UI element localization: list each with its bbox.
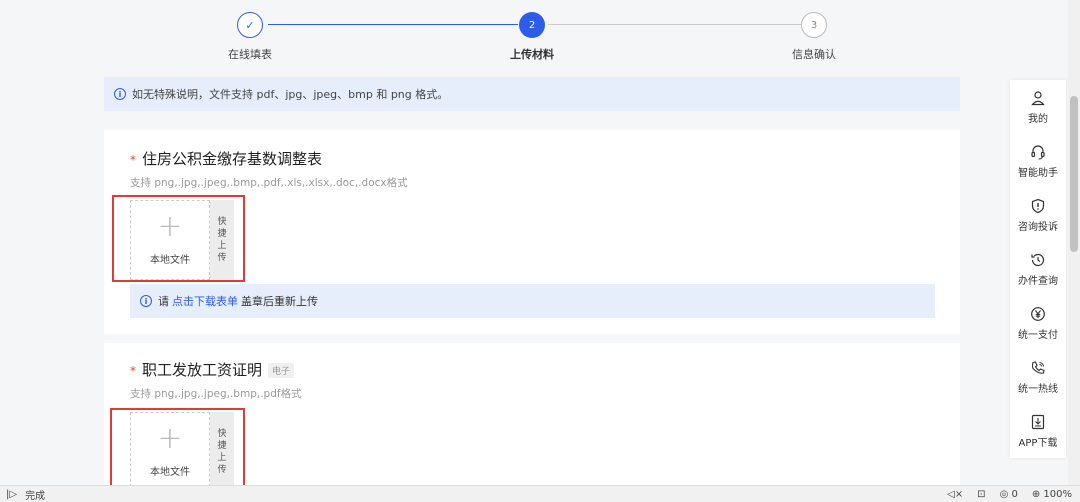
sidebar-item-app-download[interactable]: APP下载 [1010,404,1066,458]
sidebar-item-complaint[interactable]: 咨询投诉 [1010,188,1066,242]
sidebar-item-label: 我的 [1028,113,1048,125]
phone-icon [1031,360,1045,374]
zoom-control[interactable]: ⊕ 100% [1032,489,1072,500]
sidebar-item-payment[interactable]: 统一支付 [1010,296,1066,350]
info-icon: i [114,88,126,100]
right-service-sidebar: 我的 智能助手 咨询投诉 办件查询 统一支付 统一热线 APP下载 [1010,80,1066,458]
info-icon: i [140,295,152,307]
sidebar-item-label: 统一支付 [1018,329,1058,341]
format-info-text: 如无特殊说明，文件支持 pdf、jpg、jpeg、bmp 和 png 格式。 [132,88,449,101]
zoom-level: 100% [1043,488,1072,500]
step-number: 2 [519,12,545,38]
lock-icon[interactable]: ⊡ [977,489,985,500]
card-title-text: 住房公积金缴存基数调整表 [142,150,323,168]
counter-display[interactable]: ◎ 0 [1000,489,1018,500]
scrollbar-thumb[interactable] [1070,96,1078,252]
history-icon [1031,253,1045,266]
highlight-box [112,195,245,282]
yen-icon [1031,306,1045,321]
notice-suffix: 盖章后重新上传 [241,295,318,308]
download-icon [1031,414,1045,429]
download-notice: i 请 点击下载表单 盖章后重新上传 [130,284,935,318]
sidebar-item-assistant[interactable]: 智能助手 [1010,134,1066,188]
upload-card-salary-proof: * 职工发放工资证明 电子 支持 png,.jpg,.jpeg,.bmp,.pdf格… [104,343,960,502]
progress-stepper: ✓ 在线填表 2 上传材料 3 信息确认 [0,0,1010,68]
sidebar-item-mine[interactable]: 我的 [1010,80,1066,134]
sidebar-item-label: 办件查询 [1018,275,1058,287]
sidebar-item-query[interactable]: 办件查询 [1010,242,1066,296]
status-text: 完成 [25,490,46,502]
step-online-form[interactable]: ✓ 在线填表 [190,12,310,62]
supported-formats: 支持 png,.jpg,.jpeg,.bmp,.pdf,.xls,.xlsx,.… [130,177,408,189]
check-icon: ✓ [237,12,263,38]
counter-value: 0 [1011,488,1018,500]
notice-prefix: 请 [158,295,169,308]
card-title-text: 职工发放工资证明 [142,361,263,379]
card-title: * 住房公积金缴存基数调整表 [130,148,322,169]
sidebar-item-label: 统一热线 [1018,383,1058,395]
sidebar-item-label: APP下载 [1018,437,1058,449]
mute-icon[interactable]: ◁× [947,489,963,500]
sidebar-item-hotline[interactable]: 统一热线 [1010,350,1066,404]
shield-alert-icon [1031,198,1045,213]
required-mark: * [130,153,136,167]
browser-status-bar: |▷ 完成 ◁× ⊡ ◎ 0 ⊕ 100% [0,485,1080,502]
step-confirm-info[interactable]: 3 信息确认 [754,12,874,62]
step-label: 信息确认 [792,48,836,61]
supported-formats: 支持 png,.jpg,.jpeg,.bmp,.pdf格式 [130,388,302,400]
card-title: * 职工发放工资证明 电子 [130,359,295,380]
required-mark: * [130,364,136,378]
user-icon [1031,90,1045,105]
highlight-box [110,408,245,494]
sidebar-item-label: 智能助手 [1018,167,1058,179]
format-info-bar: i 如无特殊说明，文件支持 pdf、jpg、jpeg、bmp 和 png 格式。 [104,77,960,111]
sidebar-item-label: 咨询投诉 [1018,221,1058,233]
headset-icon [1031,144,1045,159]
step-number: 3 [801,12,827,38]
panel-toggle-icon[interactable]: |▷ [6,489,17,500]
step-upload-materials[interactable]: 2 上传材料 [472,12,592,62]
vertical-scrollbar[interactable] [1068,0,1080,485]
step-label: 在线填表 [228,48,272,61]
electronic-tag: 电子 [268,363,295,378]
download-form-link[interactable]: 点击下载表单 [172,293,238,309]
upload-card-housing-fund: * 住房公积金缴存基数调整表 支持 png,.jpg,.jpeg,.bmp,.pd… [104,130,960,334]
step-label: 上传材料 [510,48,554,61]
